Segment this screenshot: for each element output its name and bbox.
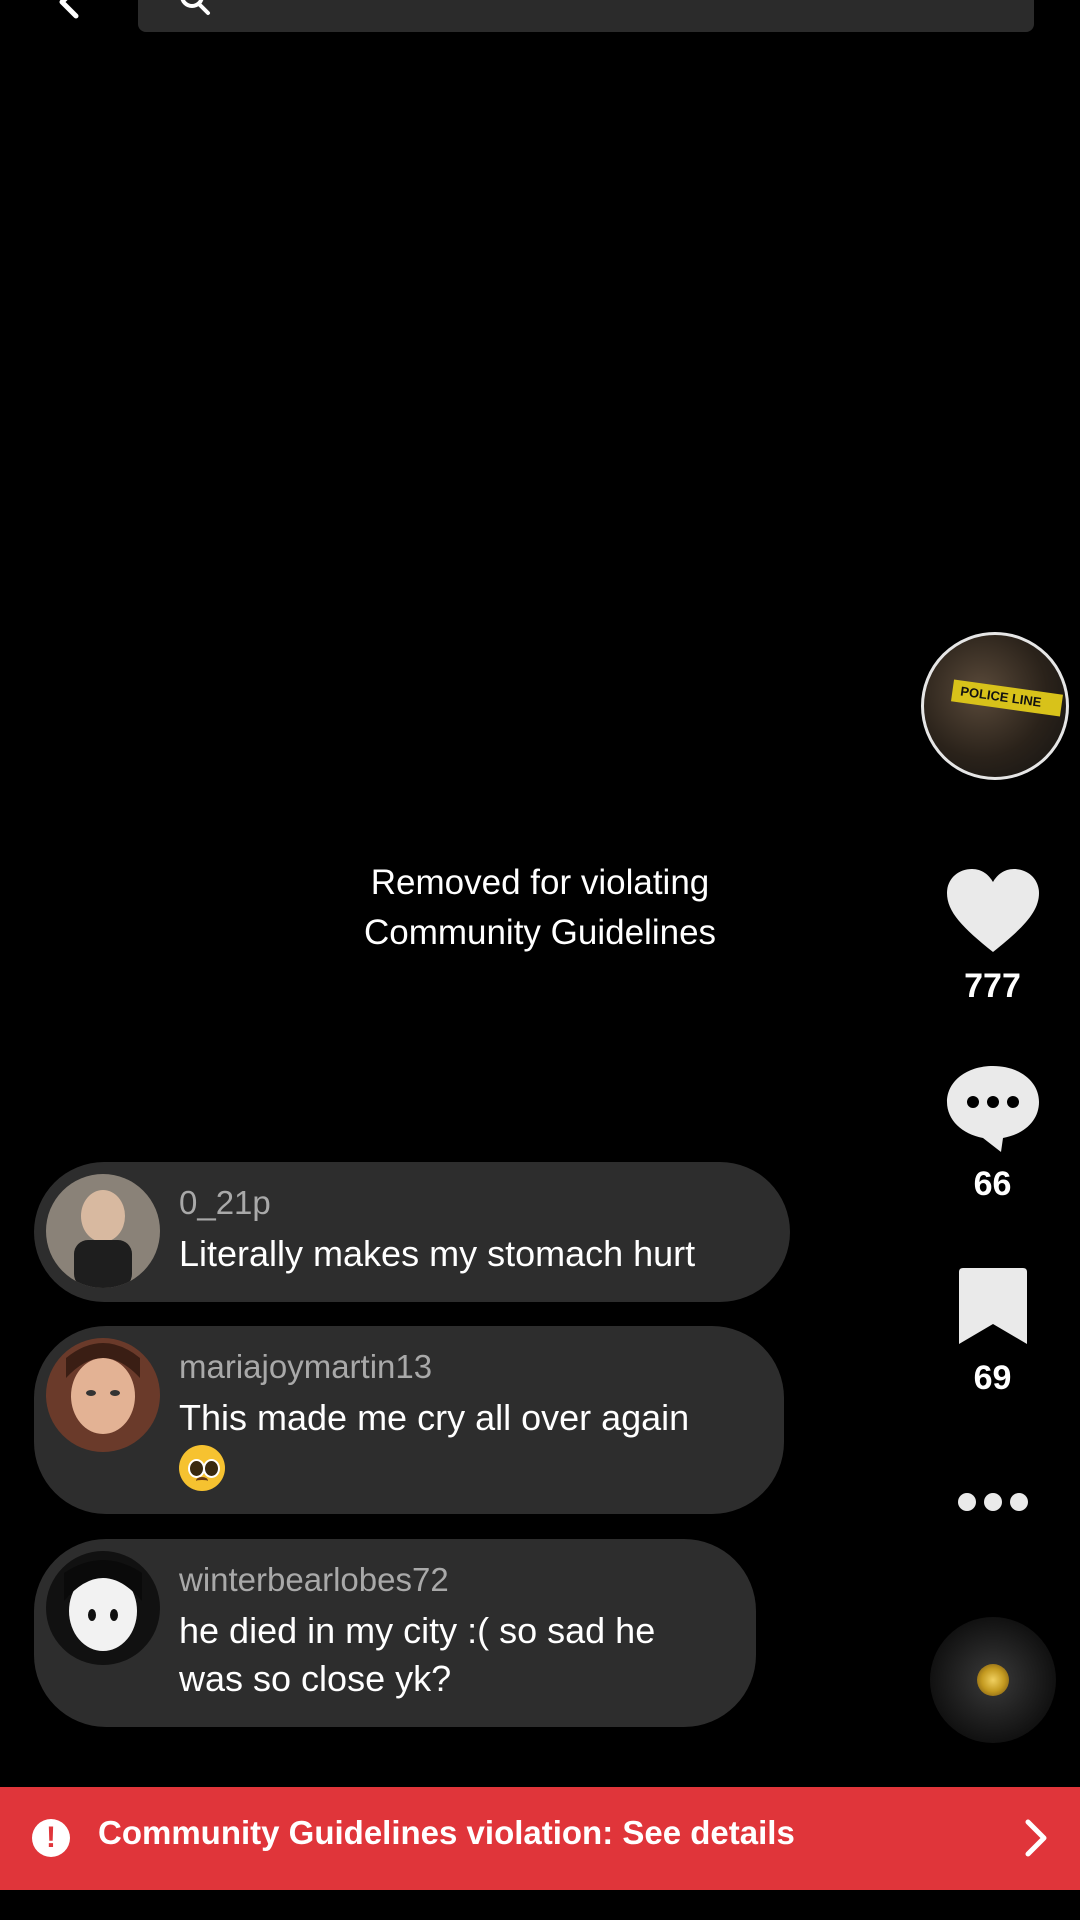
violation-banner[interactable]: ! Community Guidelines violation: See de…: [0, 1787, 1080, 1890]
comment-count: 66: [973, 1165, 1012, 1203]
comment-bubble[interactable]: mariajoymartin13 This made me cry all ov…: [34, 1326, 784, 1514]
comment-username[interactable]: 0_21p: [179, 1184, 271, 1222]
comment-username[interactable]: mariajoymartin13: [179, 1348, 432, 1386]
save-count: 69: [973, 1359, 1012, 1397]
removed-line-1: Removed for violating: [370, 863, 710, 902]
comment-text: Literally makes my stomach hurt: [179, 1233, 696, 1274]
alert-icon: !: [32, 1819, 70, 1857]
creator-avatar[interactable]: POLICE LINE: [921, 632, 1069, 780]
removed-message: Removed for violating Community Guidelin…: [240, 858, 840, 958]
search-icon: [180, 0, 210, 15]
like-count: 777: [964, 967, 1021, 1005]
chevron-right-icon: [1025, 1819, 1047, 1857]
like-button[interactable]: 777: [920, 866, 1065, 1006]
avatar[interactable]: [46, 1174, 160, 1288]
music-thumbnail: [977, 1664, 1009, 1696]
comment-text-content: This made me cry all over again: [179, 1397, 690, 1438]
heart-icon: [946, 869, 1039, 952]
more-icon: [957, 1493, 1028, 1511]
comment-bubble[interactable]: 0_21p Literally makes my stomach hurt: [34, 1162, 790, 1302]
avatar[interactable]: [46, 1551, 160, 1665]
comment-text: he died in my city :( so sad he was so c…: [179, 1607, 655, 1703]
save-button[interactable]: 69: [920, 1264, 1065, 1398]
violation-banner-text: Community Guidelines violation: See deta…: [98, 1814, 795, 1851]
comment-button[interactable]: 66: [920, 1062, 1065, 1204]
bookmark-icon: [958, 1268, 1027, 1344]
pleading-face-emoji: [179, 1445, 225, 1492]
comment-username[interactable]: winterbearlobes72: [179, 1561, 449, 1599]
back-icon[interactable]: [50, 0, 90, 22]
music-disc-icon[interactable]: [930, 1617, 1056, 1743]
removed-line-2: Community Guidelines: [363, 913, 717, 952]
comment-text-line-2: was so close yk?: [179, 1658, 452, 1699]
police-tape-image: POLICE LINE: [951, 679, 1063, 717]
more-button[interactable]: [920, 1490, 1065, 1530]
comment-bubble[interactable]: winterbearlobes72 he died in my city :( …: [34, 1539, 756, 1727]
top-bar: [0, 0, 1080, 40]
comment-text-line-1: he died in my city :( so sad he: [179, 1610, 656, 1651]
avatar[interactable]: [46, 1338, 160, 1452]
comment-text: This made me cry all over again: [179, 1394, 690, 1492]
comment-icon: [946, 1066, 1039, 1152]
search-input[interactable]: [138, 0, 1034, 32]
